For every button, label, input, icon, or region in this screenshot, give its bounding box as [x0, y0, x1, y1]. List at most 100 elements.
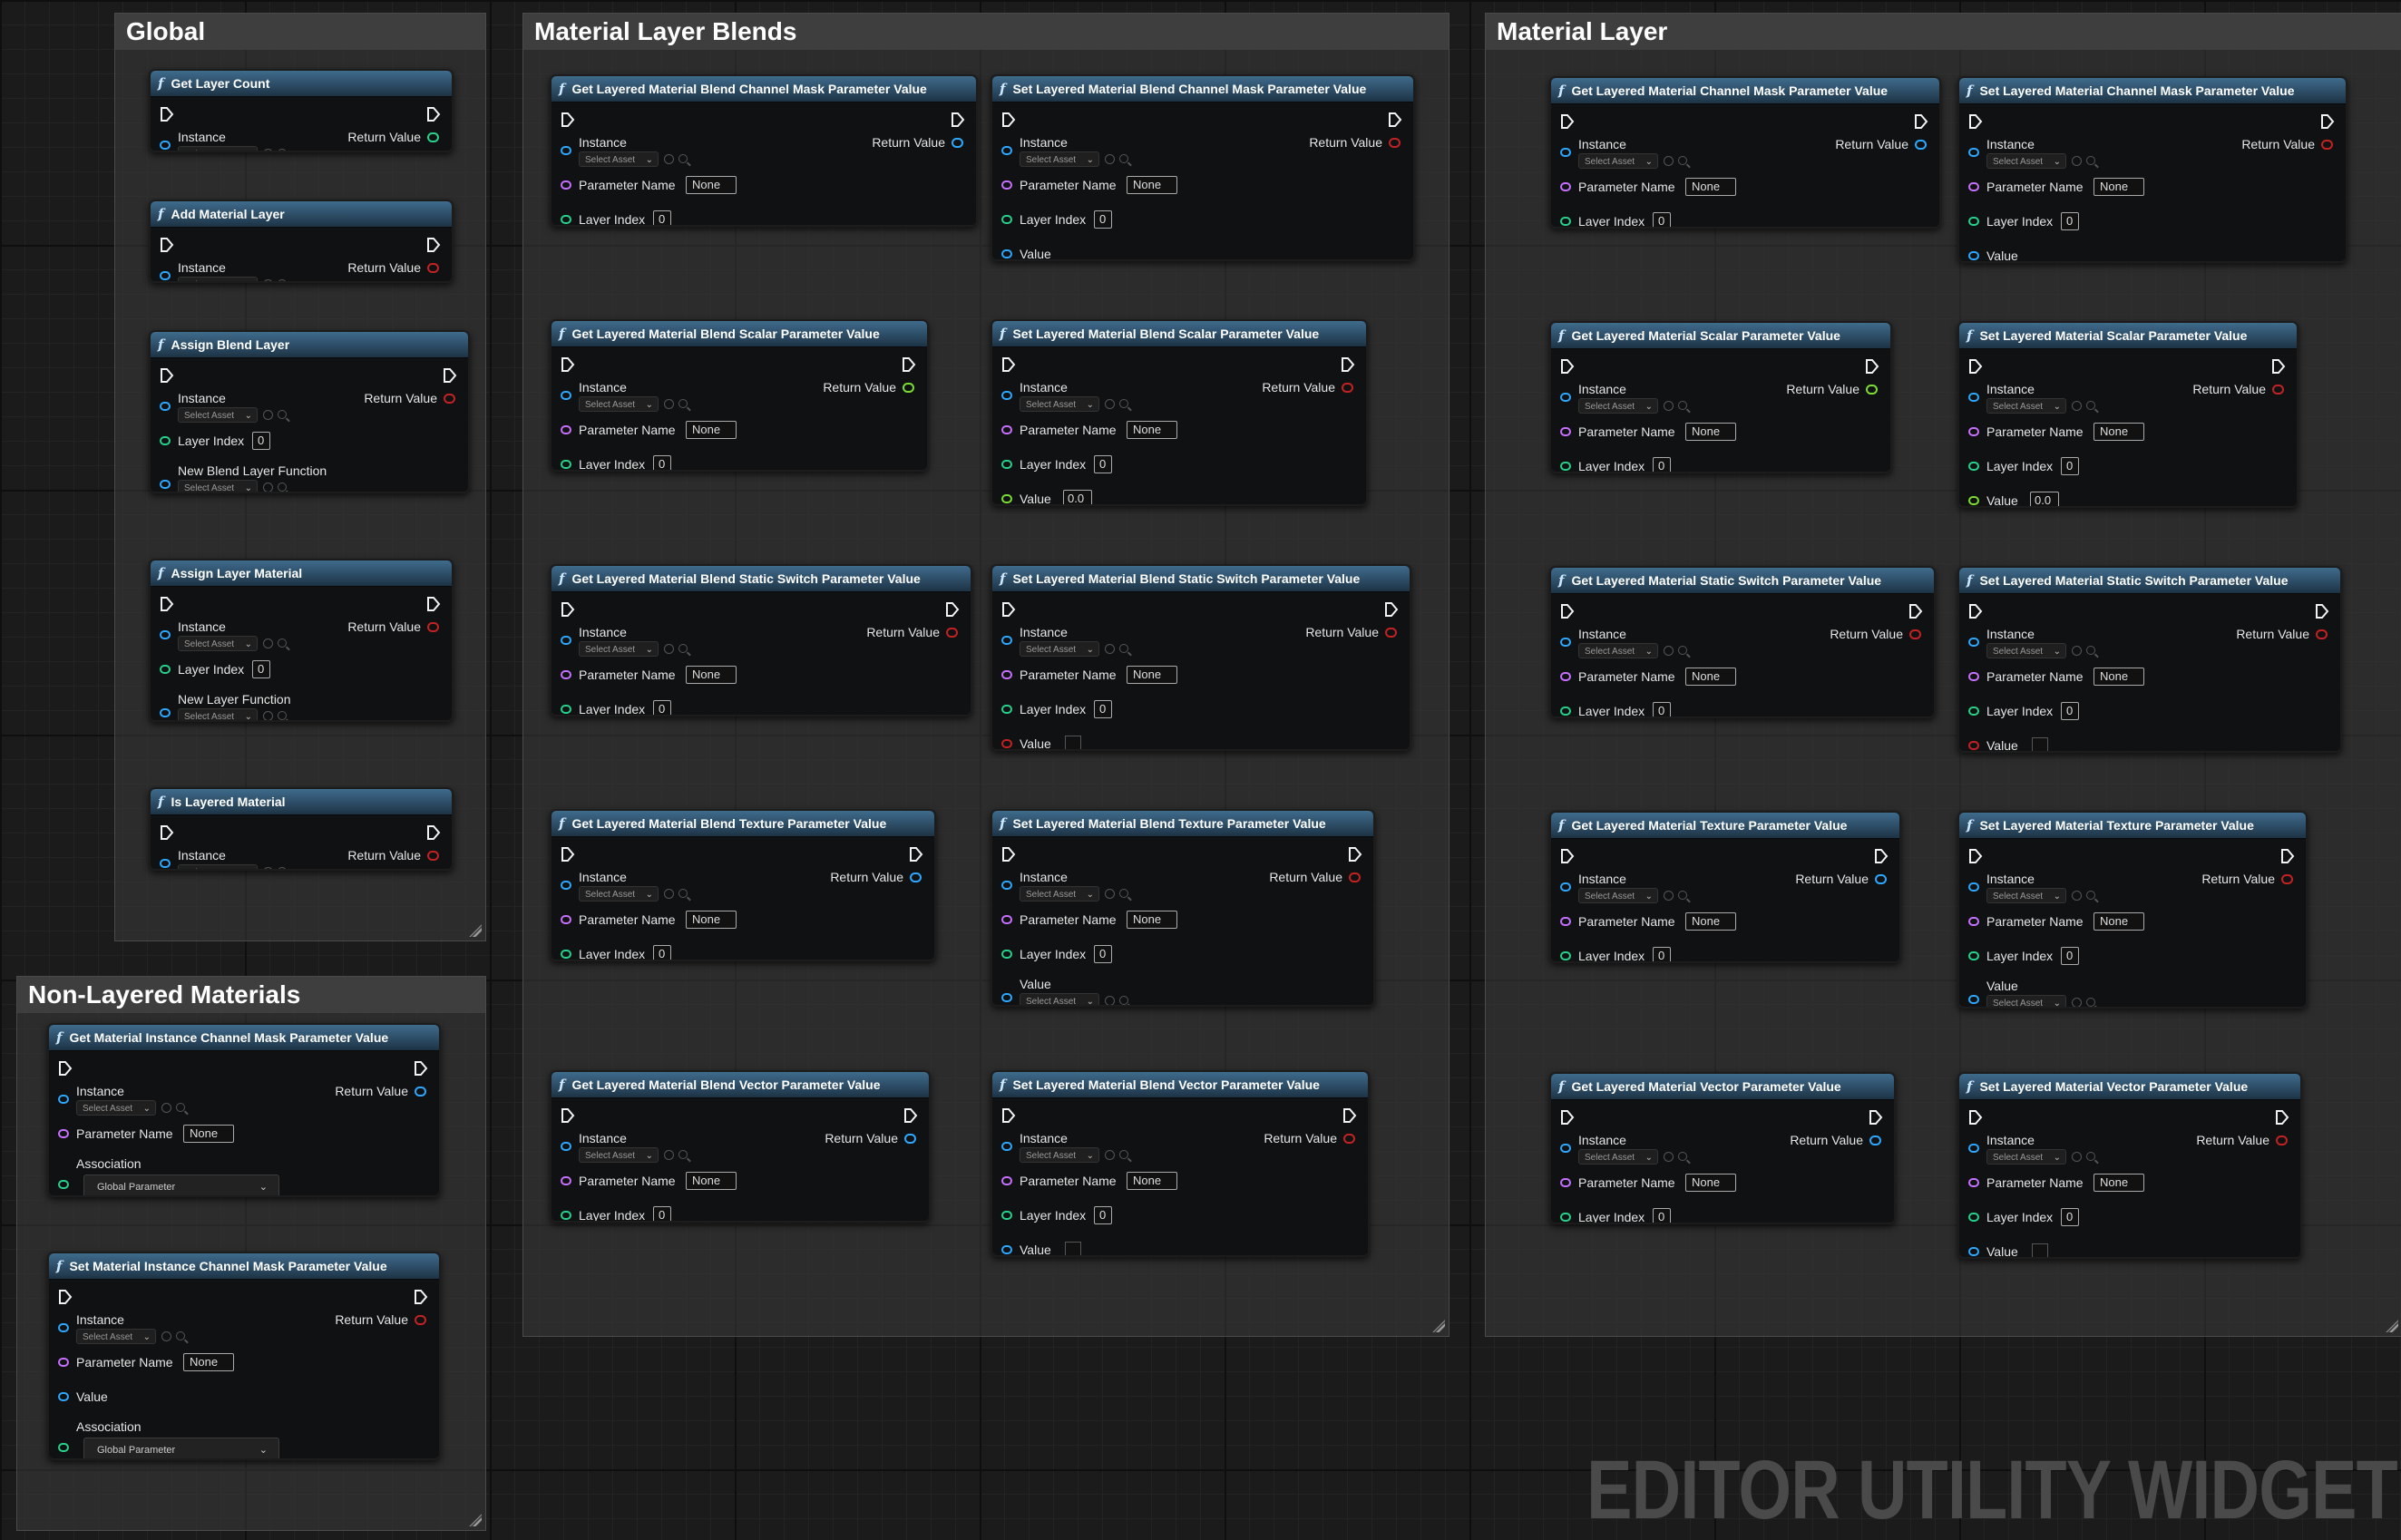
- search-icon[interactable]: [678, 889, 688, 898]
- exec-in-pin-icon[interactable]: [1001, 356, 1016, 373]
- association-combo[interactable]: Global Parameter ⌄: [83, 1438, 279, 1458]
- layer-index-field[interactable]: 0: [653, 1206, 671, 1221]
- instance-pin-icon[interactable]: [160, 859, 171, 868]
- layer-index-pin-icon[interactable]: [561, 460, 571, 469]
- get-blend-texture-node[interactable]: f Get Layered Material Blend Texture Para…: [550, 809, 936, 961]
- exec-out-pin-icon[interactable]: [2271, 358, 2286, 375]
- parameter-name-field[interactable]: None: [686, 421, 737, 439]
- select-asset-dropdown[interactable]: Select Asset ⌄: [1020, 641, 1099, 657]
- return-value-pin-icon[interactable]: [427, 263, 439, 273]
- layer-index-pin-icon[interactable]: [1001, 705, 1012, 714]
- parameter-name-field[interactable]: None: [183, 1353, 234, 1371]
- value-checkbox[interactable]: [1065, 736, 1081, 749]
- browse-icon[interactable]: [1664, 156, 1674, 166]
- instance-pin-icon[interactable]: [1968, 1144, 1979, 1153]
- value-pin-icon[interactable]: [1968, 995, 1979, 1004]
- return-value-pin-icon[interactable]: [1349, 872, 1361, 882]
- select-asset-dropdown[interactable]: Select Asset ⌄: [1578, 153, 1658, 169]
- browse-icon[interactable]: [1105, 399, 1115, 409]
- layer-index-field[interactable]: 0: [252, 660, 270, 678]
- instance-pin-icon[interactable]: [58, 1095, 69, 1104]
- search-icon[interactable]: [176, 1103, 185, 1112]
- exec-in-pin-icon[interactable]: [160, 596, 174, 612]
- search-icon[interactable]: [1678, 1152, 1687, 1161]
- browse-icon[interactable]: [161, 1103, 171, 1113]
- instance-pin-icon[interactable]: [1001, 391, 1012, 400]
- layer-index-pin-icon[interactable]: [1968, 707, 1979, 716]
- parameter-name-field[interactable]: None: [686, 176, 737, 194]
- return-value-pin-icon[interactable]: [1866, 385, 1878, 395]
- value-checkbox[interactable]: [2032, 1243, 2048, 1257]
- exec-out-pin-icon[interactable]: [1341, 356, 1355, 373]
- layer-index-pin-icon[interactable]: [1968, 217, 1979, 226]
- select-asset-dropdown[interactable]: Select Asset ⌄: [1020, 1147, 1099, 1163]
- exec-in-pin-icon[interactable]: [1560, 113, 1575, 130]
- exec-out-pin-icon[interactable]: [951, 112, 965, 128]
- search-icon[interactable]: [1678, 646, 1687, 655]
- search-icon[interactable]: [1119, 399, 1128, 408]
- layer-index-pin-icon[interactable]: [561, 1211, 571, 1220]
- instance-pin-icon[interactable]: [160, 630, 171, 639]
- exec-in-pin-icon[interactable]: [1560, 1109, 1575, 1126]
- select-asset-dropdown[interactable]: Select Asset ⌄: [579, 641, 659, 657]
- parameter-name-pin-icon[interactable]: [58, 1129, 69, 1138]
- exec-out-pin-icon[interactable]: [1914, 113, 1928, 130]
- select-asset-dropdown[interactable]: Select Asset ⌄: [579, 396, 659, 412]
- exec-in-pin-icon[interactable]: [1560, 848, 1575, 864]
- browse-icon[interactable]: [161, 1331, 171, 1341]
- instance-pin-icon[interactable]: [1560, 393, 1571, 402]
- select-asset-dropdown[interactable]: Select Asset ⌄: [1020, 151, 1099, 167]
- parameter-name-field[interactable]: None: [1127, 421, 1177, 439]
- exec-in-pin-icon[interactable]: [1968, 848, 1983, 864]
- select-asset-dropdown[interactable]: Select Asset ⌄: [76, 1100, 156, 1116]
- parameter-name-pin-icon[interactable]: [1560, 672, 1571, 681]
- browse-icon[interactable]: [263, 867, 273, 869]
- value-field[interactable]: 0.0: [2030, 492, 2059, 506]
- search-icon[interactable]: [678, 1150, 688, 1159]
- layer-index-pin-icon[interactable]: [561, 705, 571, 714]
- layer-index-field[interactable]: 0: [2061, 457, 2079, 475]
- select-asset-dropdown[interactable]: Select Asset ⌄: [1578, 1149, 1658, 1165]
- value-pin-icon[interactable]: [1968, 741, 1979, 750]
- resize-grip-icon[interactable]: [1432, 1320, 1445, 1332]
- browse-icon[interactable]: [1664, 646, 1674, 656]
- exec-in-pin-icon[interactable]: [1968, 358, 1983, 375]
- search-icon[interactable]: [2086, 401, 2095, 410]
- parameter-name-field[interactable]: None: [1685, 178, 1736, 196]
- layer-index-field[interactable]: 0: [653, 700, 671, 715]
- layer-index-field[interactable]: 0: [1653, 1208, 1671, 1223]
- return-value-pin-icon[interactable]: [946, 628, 958, 638]
- select-asset-dropdown[interactable]: Select Asset ⌄: [1986, 153, 2066, 169]
- layer-index-pin-icon[interactable]: [1001, 1211, 1012, 1220]
- layer-index-pin-icon[interactable]: [1560, 462, 1571, 471]
- layer-index-field[interactable]: 0: [1094, 1206, 1112, 1224]
- search-icon[interactable]: [1678, 156, 1687, 165]
- set-layer-vector-node[interactable]: f Set Layered Material Vector Parameter V…: [1957, 1072, 2302, 1259]
- layer-index-field[interactable]: 0: [1094, 945, 1112, 963]
- exec-in-pin-icon[interactable]: [160, 237, 174, 253]
- return-value-pin-icon[interactable]: [2321, 140, 2333, 150]
- return-value-pin-icon[interactable]: [1915, 140, 1927, 150]
- add-material-layer-node[interactable]: f Add Material Layer Instance Select Asset ⌄…: [149, 200, 454, 283]
- exec-in-pin-icon[interactable]: [561, 112, 575, 128]
- browse-icon[interactable]: [2072, 401, 2082, 411]
- exec-in-pin-icon[interactable]: [58, 1060, 73, 1077]
- return-value-pin-icon[interactable]: [427, 851, 439, 861]
- browse-icon[interactable]: [1105, 996, 1115, 1005]
- parameter-name-field[interactable]: None: [2094, 423, 2144, 441]
- layer-index-pin-icon[interactable]: [1560, 1213, 1571, 1222]
- select-asset-dropdown[interactable]: Select Asset ⌄: [1578, 888, 1658, 903]
- instance-pin-icon[interactable]: [1968, 148, 1979, 157]
- exec-out-pin-icon[interactable]: [2275, 1109, 2289, 1126]
- parameter-name-pin-icon[interactable]: [1001, 1176, 1012, 1185]
- select-asset-dropdown[interactable]: Select Asset ⌄: [1986, 643, 2066, 658]
- parameter-name-field[interactable]: None: [1127, 1172, 1177, 1190]
- layer-index-field[interactable]: 0: [2061, 1208, 2079, 1226]
- browse-icon[interactable]: [664, 889, 674, 899]
- select-asset-dropdown[interactable]: Select Asset ⌄: [76, 1329, 156, 1344]
- browse-icon[interactable]: [664, 1150, 674, 1160]
- exec-in-pin-icon[interactable]: [561, 1107, 575, 1124]
- layer-index-field[interactable]: 0: [2061, 702, 2079, 720]
- return-value-pin-icon[interactable]: [415, 1087, 426, 1097]
- get-blend-static-switch-node[interactable]: f Get Layered Material Blend Static Switc…: [550, 564, 972, 716]
